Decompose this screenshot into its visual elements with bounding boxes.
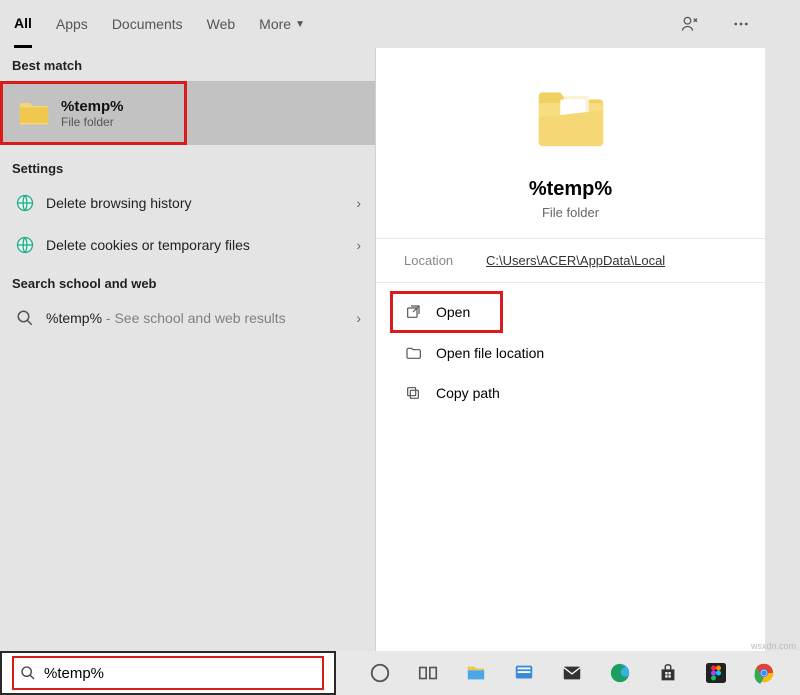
chrome-icon[interactable] xyxy=(752,661,776,685)
taskbar xyxy=(336,651,800,695)
search-input[interactable] xyxy=(44,665,316,682)
tab-all[interactable]: All xyxy=(14,0,32,48)
cortana-icon[interactable] xyxy=(368,661,392,685)
section-settings: Settings xyxy=(0,151,375,182)
results-column: Best match %temp% File folder Settings xyxy=(0,48,375,651)
setting-delete-history[interactable]: Delete browsing history › xyxy=(0,182,375,224)
filter-tabs: All Apps Documents Web More▼ xyxy=(0,0,768,48)
folder-location-icon xyxy=(402,342,424,364)
store-icon[interactable] xyxy=(656,661,680,685)
app-icon[interactable] xyxy=(512,661,536,685)
tab-web[interactable]: Web xyxy=(207,0,236,48)
action-copy-path[interactable]: Copy path xyxy=(390,373,751,413)
figma-icon[interactable] xyxy=(704,661,728,685)
best-match-title: %temp% xyxy=(61,98,124,115)
preview-actions: Open Open file location Copy path xyxy=(376,283,765,421)
chevron-down-icon: ▼ xyxy=(295,19,305,30)
chevron-right-icon: › xyxy=(356,237,361,253)
task-view-icon[interactable] xyxy=(416,661,440,685)
folder-icon xyxy=(17,96,51,130)
file-explorer-icon[interactable] xyxy=(464,661,488,685)
globe-icon xyxy=(14,234,36,256)
action-open-location[interactable]: Open file location xyxy=(390,333,751,373)
setting-label: Delete cookies or temporary files xyxy=(46,237,356,253)
chevron-right-icon: › xyxy=(356,195,361,211)
web-search-item[interactable]: %temp% - See school and web results › xyxy=(0,297,375,339)
tab-more[interactable]: More▼ xyxy=(259,0,305,48)
location-label: Location xyxy=(404,253,486,268)
chevron-right-icon: › xyxy=(356,310,361,326)
web-search-label: %temp% - See school and web results xyxy=(46,310,356,326)
mail-icon[interactable] xyxy=(560,661,584,685)
action-label: Open file location xyxy=(436,345,544,361)
tab-documents[interactable]: Documents xyxy=(112,0,183,48)
location-link[interactable]: C:\Users\ACER\AppData\Local xyxy=(486,253,665,268)
edge-icon[interactable] xyxy=(608,661,632,685)
more-options-icon[interactable] xyxy=(728,11,754,37)
taskbar-area xyxy=(0,651,800,695)
action-label: Copy path xyxy=(436,385,500,401)
tab-apps[interactable]: Apps xyxy=(56,0,88,48)
action-label: Open xyxy=(436,304,470,320)
search-box[interactable] xyxy=(0,651,336,695)
best-match-subtitle: File folder xyxy=(61,115,124,129)
feedback-icon[interactable] xyxy=(676,10,704,38)
open-icon xyxy=(402,301,424,323)
folder-icon-large xyxy=(528,78,614,164)
preview-location: Location C:\Users\ACER\AppData\Local xyxy=(376,238,765,283)
main-content: Best match %temp% File folder Settings xyxy=(0,48,768,651)
section-best-match: Best match xyxy=(0,48,375,79)
search-icon xyxy=(20,665,36,681)
copy-icon xyxy=(402,382,424,404)
preview-title: %temp% xyxy=(529,178,612,201)
search-panel: All Apps Documents Web More▼ Best match … xyxy=(0,0,768,651)
best-match-result[interactable]: %temp% File folder xyxy=(0,81,187,145)
section-school-web: Search school and web xyxy=(0,266,375,297)
action-open[interactable]: Open xyxy=(390,291,503,333)
setting-label: Delete browsing history xyxy=(46,195,356,211)
search-icon xyxy=(14,307,36,329)
preview-pane: %temp% File folder Location C:\Users\ACE… xyxy=(375,48,765,651)
watermark: wsxdn.com xyxy=(751,641,796,651)
preview-header: %temp% File folder xyxy=(528,48,614,238)
preview-subtitle: File folder xyxy=(542,205,599,220)
globe-icon xyxy=(14,192,36,214)
setting-delete-cookies[interactable]: Delete cookies or temporary files › xyxy=(0,224,375,266)
